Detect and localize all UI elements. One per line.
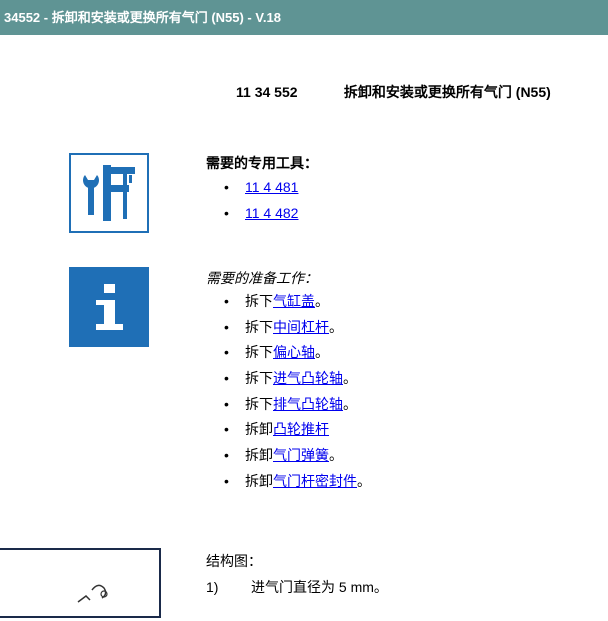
info-icon: [69, 267, 149, 347]
page-heading: 11 34 552 拆卸和安装或更换所有气门 (N55): [236, 82, 551, 102]
item-prefix: 拆下: [245, 395, 273, 412]
item-number: 1): [206, 579, 219, 595]
list-item: 拆下气缸盖。: [224, 291, 371, 317]
item-suffix: 。: [343, 370, 357, 387]
link-exhaust-camshaft[interactable]: 排气凸轮轴: [273, 396, 343, 412]
link-valve-stem-seals[interactable]: 气门杆密封件: [273, 473, 357, 489]
prep-work-list: 拆下气缸盖。 拆下中间杠杆。 拆下偏心轴。 拆下进气凸轮轴。 拆下排气凸轮轴。 …: [224, 291, 371, 497]
item-suffix: 。: [329, 447, 343, 464]
link-valve-springs[interactable]: 气门弹簧: [273, 447, 329, 463]
item-suffix: 。: [329, 318, 343, 335]
item-suffix: 。: [343, 395, 357, 412]
special-tools-title: 需要的专用工具：: [206, 155, 318, 171]
list-item: 拆卸气门杆密封件。: [224, 471, 371, 497]
repair-code: 11 34 552: [236, 84, 298, 100]
structure-diagram: [0, 548, 161, 618]
list-item: 拆下偏心轴。: [224, 342, 371, 368]
special-tools-list: 11 4 481 11 4 482: [224, 177, 298, 228]
title-bar: 34552 - 拆卸和安装或更换所有气门 (N55) - V.18: [0, 0, 608, 35]
list-item: 11 4 482: [224, 203, 298, 229]
list-item: 拆下排气凸轮轴。: [224, 394, 371, 420]
item-text: 进气门直径为 5 mm。: [251, 579, 388, 595]
item-prefix: 拆卸: [245, 472, 273, 489]
item-prefix: 拆下: [245, 370, 273, 387]
tool-link-11-4-482[interactable]: 11 4 482: [245, 205, 298, 221]
structure-item: 1) 进气门直径为 5 mm。: [206, 577, 388, 597]
list-item: 拆卸气门弹簧。: [224, 445, 371, 471]
list-item: 拆下中间杠杆。: [224, 317, 371, 343]
item-prefix: 拆下: [245, 293, 273, 309]
item-prefix: 拆下: [245, 344, 273, 361]
list-item: 11 4 481: [224, 177, 298, 203]
structure-title: 结构图：: [206, 553, 262, 569]
link-eccentric-shaft[interactable]: 偏心轴: [273, 344, 315, 360]
item-suffix: 。: [315, 293, 329, 309]
item-prefix: 拆卸: [245, 447, 273, 464]
link-cam-follower[interactable]: 凸轮推杆: [273, 421, 329, 437]
tool-link-11-4-481[interactable]: 11 4 481: [245, 179, 298, 195]
item-suffix: 。: [315, 344, 329, 361]
list-item: 拆卸凸轮推杆: [224, 419, 371, 445]
list-item: 拆下进气凸轮轴。: [224, 368, 371, 394]
link-cylinder-head[interactable]: 气缸盖: [273, 293, 315, 309]
item-suffix: 。: [357, 472, 371, 489]
page-title: 拆卸和安装或更换所有气门 (N55): [343, 84, 551, 100]
link-intake-camshaft[interactable]: 进气凸轮轴: [273, 370, 343, 386]
item-prefix: 拆下: [245, 318, 273, 335]
tools-icon: [69, 153, 149, 233]
prep-work-title: 需要的准备工作：: [206, 270, 318, 286]
link-intermediate-lever[interactable]: 中间杠杆: [273, 319, 329, 335]
item-prefix: 拆卸: [245, 421, 273, 438]
